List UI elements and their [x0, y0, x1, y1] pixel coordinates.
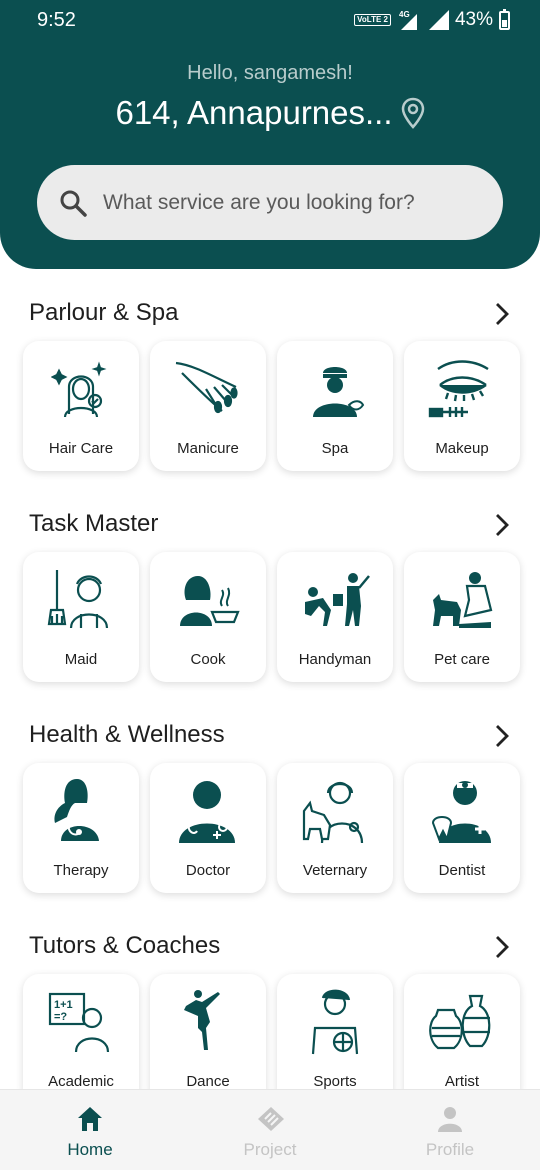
chevron-right-icon[interactable] — [494, 934, 510, 960]
search-bar[interactable] — [37, 165, 503, 240]
dentist-icon — [431, 781, 491, 843]
section-header[interactable]: Parlour & Spa — [29, 299, 510, 329]
section-title: Parlour & Spa — [29, 299, 179, 326]
status-icons: VoLTE 2 4G 43% — [354, 8, 510, 31]
makeup-icon — [428, 360, 489, 418]
service-card-cook[interactable]: Cook — [150, 552, 266, 682]
spa-icon — [313, 367, 365, 417]
address-selector[interactable]: 614, Annapurnes... — [0, 94, 540, 132]
section-title: Health & Wellness — [29, 721, 225, 748]
service-card-doctor[interactable]: Doctor — [150, 763, 266, 893]
pet-care-icon — [433, 572, 493, 628]
svg-text:4G: 4G — [399, 10, 410, 19]
service-card-therapy[interactable]: Therapy — [23, 763, 139, 893]
status-time: 9:52 — [37, 9, 76, 31]
service-label: Manicure — [177, 440, 239, 457]
chevron-right-icon[interactable] — [494, 301, 510, 327]
service-label: Dentist — [438, 862, 486, 879]
service-label: Veternary — [302, 862, 368, 879]
service-label: Hair Care — [48, 440, 114, 457]
service-label: Pet care — [434, 651, 490, 668]
network-signal-icon: 4G — [399, 10, 417, 30]
section-header[interactable]: Health & Wellness — [29, 721, 510, 751]
project-icon — [258, 1107, 284, 1131]
nav-profile[interactable]: Profile — [360, 1090, 540, 1170]
service-label: Cook — [190, 651, 226, 668]
service-label: Academic — [48, 1073, 114, 1089]
nav-label: Home — [67, 1140, 113, 1159]
manicure-icon — [175, 361, 238, 414]
bottom-navigation: Home Project Profile — [0, 1089, 540, 1170]
location-pin-icon[interactable] — [401, 97, 425, 129]
service-label: Makeup — [435, 440, 489, 457]
address-text[interactable]: 614, Annapurnes... — [115, 94, 392, 132]
handyman-icon — [305, 573, 370, 626]
chevron-right-icon[interactable] — [494, 512, 510, 538]
service-card-manicure[interactable]: Manicure — [150, 341, 266, 471]
chevron-right-icon[interactable] — [494, 723, 510, 749]
service-card-maid[interactable]: Maid — [23, 552, 139, 682]
header: Hello, sangamesh! 614, Annapurnes... — [0, 40, 540, 269]
greeting-text: Hello, sangamesh! — [187, 62, 353, 84]
hair-care-icon — [51, 361, 107, 418]
service-label: Doctor — [185, 862, 231, 879]
service-card-dance[interactable]: Dance — [150, 974, 266, 1089]
service-label: Artist — [444, 1073, 480, 1089]
service-label: Dance — [186, 1073, 230, 1089]
nav-label: Profile — [425, 1140, 475, 1159]
section-header[interactable]: Task Master — [29, 510, 510, 540]
maid-icon — [47, 570, 109, 629]
service-label: Sports — [313, 1073, 357, 1089]
services-list[interactable]: Parlour & Spa Hair Care Manicure Spa Mak… — [0, 269, 540, 1089]
nav-home[interactable]: Home — [0, 1090, 180, 1170]
volte-icon: VoLTE 2 — [354, 14, 391, 26]
service-card-pet-care[interactable]: Pet care — [404, 552, 520, 682]
status-bar: 9:52 VoLTE 2 4G 43% — [0, 0, 540, 40]
section-title: Task Master — [29, 510, 159, 537]
nav-project[interactable]: Project — [180, 1090, 360, 1170]
section-header[interactable]: Tutors & Coaches — [29, 932, 510, 962]
service-label: Handyman — [298, 651, 372, 668]
service-label: Maid — [64, 651, 98, 668]
artist-icon — [429, 994, 491, 1050]
service-label: Spa — [321, 440, 349, 457]
service-card-sports[interactable]: Sports — [277, 974, 393, 1089]
service-card-dentist[interactable]: Dentist — [404, 763, 520, 893]
sports-icon — [311, 989, 359, 1055]
service-card-makeup[interactable]: Makeup — [404, 341, 520, 471]
therapy-icon — [54, 779, 99, 841]
section-title: Tutors & Coaches — [29, 932, 221, 959]
svg-text:1+1: 1+1 — [54, 999, 73, 1011]
search-icon — [60, 190, 87, 217]
service-label: Therapy — [53, 862, 109, 879]
home-icon — [78, 1107, 102, 1131]
battery-icon — [499, 8, 510, 30]
profile-icon — [438, 1107, 462, 1132]
dance-icon — [184, 990, 220, 1050]
cook-icon — [180, 576, 240, 626]
service-card-spa[interactable]: Spa — [277, 341, 393, 471]
service-card-hair-care[interactable]: Hair Care — [23, 341, 139, 471]
nav-label: Project — [243, 1140, 297, 1159]
service-card-academic[interactable]: 1+1 =? Academic — [23, 974, 139, 1089]
service-card-artist[interactable]: Artist — [404, 974, 520, 1089]
academic-icon: 1+1=? — [48, 992, 110, 1052]
service-card-handyman[interactable]: Handyman — [277, 552, 393, 682]
battery-percent: 43% — [454, 9, 493, 30]
veterinary-icon — [302, 781, 364, 843]
doctor-icon — [179, 781, 235, 843]
search-input[interactable] — [103, 190, 483, 215]
wifi-signal-icon — [428, 10, 449, 30]
svg-text:=?: =? — [54, 1011, 67, 1023]
service-card-veternary[interactable]: Veternary — [277, 763, 393, 893]
